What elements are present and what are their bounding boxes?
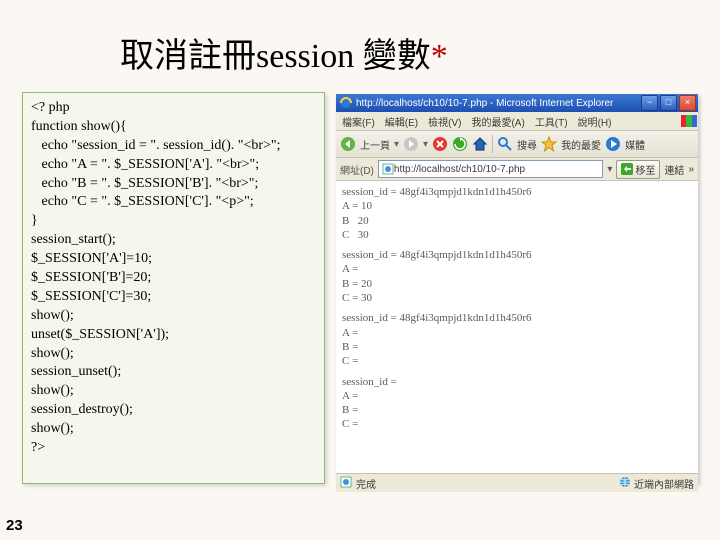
search-icon[interactable] [497, 136, 513, 152]
window-controls: − □ × [641, 95, 698, 111]
menu-bar: 檔案(F) 編輯(E) 檢視(V) 我的最愛(A) 工具(T) 說明(H) [336, 112, 698, 131]
back-label[interactable]: 上一頁 [360, 137, 390, 152]
maximize-button[interactable]: □ [660, 95, 677, 111]
refresh-icon[interactable] [452, 136, 468, 152]
ie-icon [340, 97, 352, 109]
title-text: 取消註冊session 變數 [120, 38, 431, 75]
stop-icon[interactable] [432, 136, 448, 152]
minimize-button[interactable]: − [641, 95, 658, 111]
links-label[interactable]: 連結 [664, 162, 684, 177]
menu-view[interactable]: 檢視(V) [428, 114, 461, 129]
code-block: <? php function show(){ echo "session_id… [22, 92, 325, 484]
slide-title: 取消註冊session 變數* [120, 28, 448, 77]
browser-titlebar: http://localhost/ch10/10-7.php - Microso… [336, 94, 698, 112]
title-asterisk: * [431, 38, 448, 75]
forward-icon[interactable] [403, 136, 419, 152]
output-block-1: session_id = 48gf4i3qmpjd1kdn1d1h450r6 A… [342, 185, 692, 242]
back-icon[interactable] [340, 136, 356, 152]
media-label[interactable]: 媒體 [625, 137, 645, 152]
output-block-3: session_id = 48gf4i3qmpjd1kdn1d1h450r6 A… [342, 311, 692, 368]
favorites-icon[interactable] [541, 136, 557, 152]
page-icon [382, 163, 394, 175]
menu-favorites[interactable]: 我的最愛(A) [471, 114, 524, 129]
browser-window: http://localhost/ch10/10-7.php - Microso… [336, 94, 698, 484]
go-button[interactable]: 移至 [616, 160, 660, 179]
address-bar: 網址(D) http://localhost/ch10/10-7.php ▾ 移… [336, 158, 698, 181]
address-label: 網址(D) [340, 162, 374, 177]
menu-tools[interactable]: 工具(T) [535, 114, 568, 129]
close-button[interactable]: × [679, 95, 696, 111]
menu-file[interactable]: 檔案(F) [342, 114, 375, 129]
output-block-2: session_id = 48gf4i3qmpjd1kdn1d1h450r6 A… [342, 248, 692, 305]
status-text: 完成 [356, 476, 376, 491]
address-value: http://localhost/ch10/10-7.php [394, 164, 525, 175]
home-icon[interactable] [472, 136, 488, 152]
zone-icon [619, 476, 631, 491]
favorites-label[interactable]: 我的最愛 [561, 137, 601, 152]
address-input[interactable]: http://localhost/ch10/10-7.php [378, 160, 604, 178]
status-bar: 完成 近端內部網路 [336, 473, 698, 492]
menu-help[interactable]: 說明(H) [578, 114, 612, 129]
done-icon [340, 476, 352, 491]
ie-logo-icon [680, 115, 698, 127]
toolbar: 上一頁 ▾ ▾ 搜尋 我的最愛 媒體 [336, 131, 698, 158]
slide-number: 23 [6, 517, 23, 534]
go-label: 移至 [635, 162, 655, 177]
search-label[interactable]: 搜尋 [517, 137, 537, 152]
chevron-icon[interactable]: » [688, 164, 694, 175]
media-icon[interactable] [605, 136, 621, 152]
page-content: session_id = 48gf4i3qmpjd1kdn1d1h450r6 A… [336, 181, 698, 473]
menu-edit[interactable]: 編輯(E) [385, 114, 418, 129]
output-block-4: session_id = A = B = C = [342, 375, 692, 432]
window-title-text: http://localhost/ch10/10-7.php - Microso… [356, 98, 613, 109]
zone-label: 近端內部網路 [634, 476, 694, 491]
